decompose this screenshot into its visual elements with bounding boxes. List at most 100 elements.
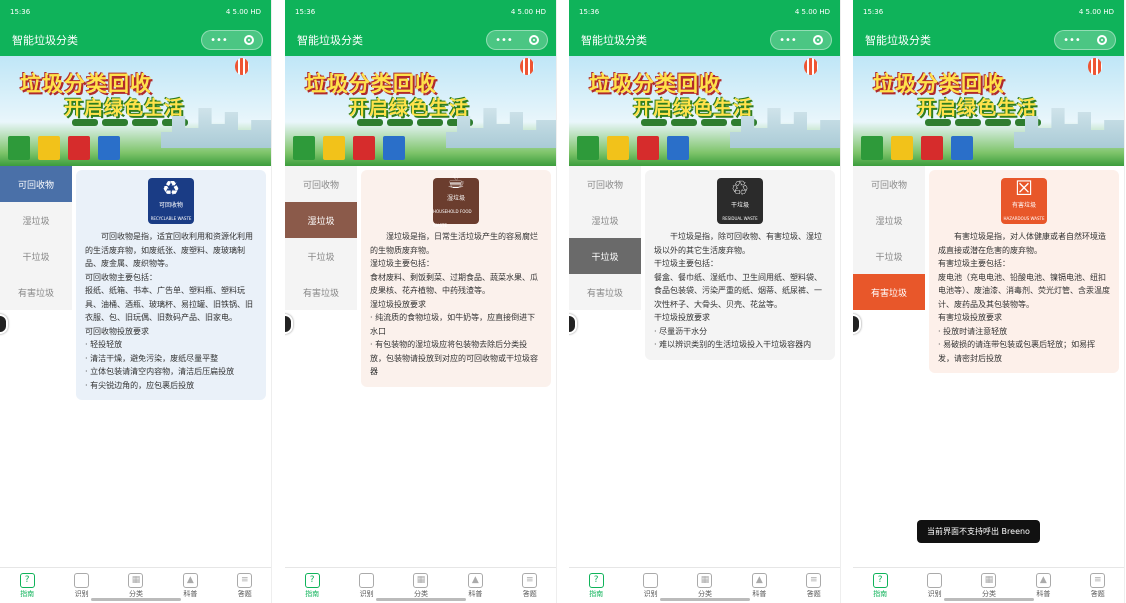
nav-science[interactable]: ▲ 科普	[751, 572, 767, 599]
nav-guide[interactable]: ? 指南	[19, 572, 35, 599]
status-time: 15:36	[579, 8, 600, 16]
nav-quiz[interactable]: ≡ 答题	[1090, 572, 1106, 599]
more-icon[interactable]: •••	[210, 35, 228, 46]
balloon-icon	[520, 58, 534, 75]
tab-hazardous[interactable]: 有害垃圾	[0, 274, 72, 310]
tab-dry[interactable]: 干垃圾	[285, 238, 357, 274]
content-area: 可回收物 湿垃圾 干垃圾 有害垃圾 ☒ 有害垃圾 HAZARDOUS WASTE 有…	[853, 166, 1124, 566]
scan-icon	[74, 572, 90, 588]
close-target-icon[interactable]	[528, 35, 539, 45]
balloon-icon	[235, 58, 249, 75]
intro-text: 有害垃圾是指，对人体健康或者自然环境造成直接或潜在危害的废弃物。	[938, 232, 1106, 255]
info-panel: ☒ 有害垃圾 HAZARDOUS WASTE 有害垃圾是指，对人体健康或者自然环境造…	[929, 170, 1119, 373]
banner-title-2: 开启绿色生活	[633, 97, 754, 119]
close-target-icon[interactable]	[812, 35, 823, 45]
nav-recognize[interactable]: 识别	[359, 572, 375, 599]
close-target-icon[interactable]	[1096, 35, 1107, 45]
tab-dry[interactable]: 干垃圾	[853, 238, 925, 274]
home-indicator	[91, 598, 181, 601]
tab-recyclable[interactable]: 可回收物	[0, 166, 72, 202]
bins-illustration	[861, 136, 973, 160]
home-indicator	[376, 598, 466, 601]
tab-hazardous[interactable]: 有害垃圾	[853, 274, 925, 310]
banner: 垃圾分类回收 开启绿色生活	[0, 56, 271, 166]
close-target-icon[interactable]	[243, 35, 254, 45]
grid-icon: ▦	[697, 572, 713, 588]
tab-wet[interactable]: 湿垃圾	[285, 202, 357, 238]
nav-category[interactable]: ▦ 分类	[981, 572, 997, 599]
nav-bar: 智能垃圾分类 •••	[853, 24, 1124, 56]
recycle-icon: ♻ 可回收物 RECYCLABLE WASTE	[148, 177, 194, 224]
nav-guide[interactable]: ? 指南	[588, 572, 604, 599]
assistant-float-icon[interactable]	[569, 314, 577, 334]
assistant-float-icon[interactable]	[853, 314, 861, 334]
nav-recognize[interactable]: 识别	[643, 572, 659, 599]
nav-recognize[interactable]: 识别	[74, 572, 90, 599]
tab-wet[interactable]: 湿垃圾	[853, 202, 925, 238]
bins-illustration	[293, 136, 405, 160]
grid-icon: ▦	[981, 572, 997, 588]
more-icon[interactable]: •••	[779, 35, 797, 46]
nav-bar: 智能垃圾分类 •••	[0, 24, 271, 56]
banner: 垃圾分类回收 开启绿色生活	[853, 56, 1124, 166]
status-time: 15:36	[295, 8, 316, 16]
more-icon[interactable]: •••	[1063, 35, 1081, 46]
app-title: 智能垃圾分类	[865, 34, 931, 47]
banner-tags	[72, 119, 188, 126]
phone-screen-wet: 15:36 4 5.00 HD 智能垃圾分类 ••• 垃圾分类回收 开启绿色生活 可回…	[285, 0, 557, 603]
nav-category[interactable]: ▦ 分类	[697, 572, 713, 599]
balloon-icon	[1088, 58, 1102, 75]
mini-program-capsule[interactable]: •••	[201, 30, 263, 50]
nav-science[interactable]: ▲ 科普	[1035, 572, 1051, 599]
quiz-icon: ≡	[522, 572, 538, 588]
guide-icon: ?	[19, 572, 35, 588]
tab-recyclable[interactable]: 可回收物	[853, 166, 925, 202]
phone-screen-dry: 15:36 4 5.00 HD 智能垃圾分类 ••• 垃圾分类回收 开启绿色生活 可回…	[569, 0, 841, 603]
banner-tags	[925, 119, 1041, 126]
quiz-icon: ≡	[237, 572, 253, 588]
tab-wet[interactable]: 湿垃圾	[0, 202, 72, 238]
home-indicator	[660, 598, 750, 601]
content-area: 可回收物 湿垃圾 干垃圾 有害垃圾 ☕ 湿垃圾 HOUSEHOLD FOOD WAS…	[285, 166, 556, 566]
nav-recognize[interactable]: 识别	[927, 572, 943, 599]
nav-quiz[interactable]: ≡ 答题	[522, 572, 538, 599]
status-icons: 4 5.00 HD	[794, 8, 830, 16]
status-bar: 15:36 4 5.00 HD	[569, 0, 840, 24]
banner-title-2: 开启绿色生活	[917, 97, 1038, 119]
assistant-float-icon[interactable]	[0, 314, 8, 334]
scan-icon	[927, 572, 943, 588]
nav-quiz[interactable]: ≡ 答题	[237, 572, 253, 599]
bins-illustration	[8, 136, 120, 160]
banner-title-2: 开启绿色生活	[349, 97, 470, 119]
nav-bar: 智能垃圾分类 •••	[569, 24, 840, 56]
app-title: 智能垃圾分类	[297, 34, 363, 47]
nav-science[interactable]: ▲ 科普	[467, 572, 483, 599]
tab-recyclable[interactable]: 可回收物	[569, 166, 641, 202]
detail-lines: 干垃圾主要包括： 餐盒、餐巾纸、湿纸巾、卫生间用纸、塑料袋、食品包装袋、污染严重的…	[654, 259, 822, 349]
nav-category[interactable]: ▦ 分类	[128, 572, 144, 599]
mini-program-capsule[interactable]: •••	[486, 30, 548, 50]
tab-hazardous[interactable]: 有害垃圾	[569, 274, 641, 310]
more-icon[interactable]: •••	[495, 35, 513, 46]
nav-science[interactable]: ▲ 科普	[182, 572, 198, 599]
tab-hazardous[interactable]: 有害垃圾	[285, 274, 357, 310]
tab-recyclable[interactable]: 可回收物	[285, 166, 357, 202]
nav-guide[interactable]: ? 指南	[872, 572, 888, 599]
guide-icon: ?	[872, 572, 888, 588]
assistant-float-icon[interactable]	[285, 314, 293, 334]
intro-text: 湿垃圾是指，日常生活垃圾产生的容易腐烂的生物质废弃物。	[370, 232, 538, 255]
nav-bar: 智能垃圾分类 •••	[285, 24, 556, 56]
tab-dry[interactable]: 干垃圾	[0, 238, 72, 274]
nav-guide[interactable]: ? 指南	[304, 572, 320, 599]
graduation-icon: ▲	[182, 572, 198, 588]
scan-icon	[359, 572, 375, 588]
tab-wet[interactable]: 湿垃圾	[569, 202, 641, 238]
mini-program-capsule[interactable]: •••	[1054, 30, 1116, 50]
app-title: 智能垃圾分类	[581, 34, 647, 47]
grid-icon: ▦	[413, 572, 429, 588]
nav-category[interactable]: ▦ 分类	[413, 572, 429, 599]
tab-dry[interactable]: 干垃圾	[569, 238, 641, 274]
detail-lines: 有害垃圾主要包括： 废电池（充电电池、铅酸电池、镍镉电池、纽扣电池等）、废油漆、消…	[938, 259, 1110, 363]
nav-quiz[interactable]: ≡ 答题	[806, 572, 822, 599]
mini-program-capsule[interactable]: •••	[770, 30, 832, 50]
